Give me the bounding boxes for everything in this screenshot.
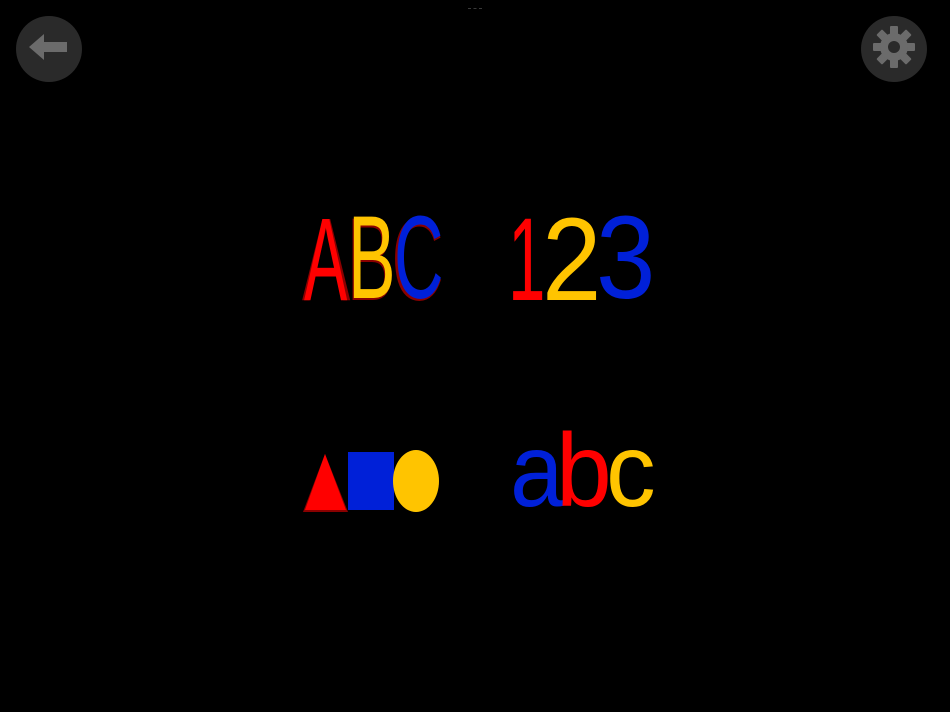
letter-b: b <box>556 413 608 514</box>
numbers-tile[interactable]: 1 2 3 <box>506 196 656 308</box>
circle-shape <box>393 450 439 512</box>
shapes-tile[interactable] <box>300 446 442 516</box>
square-shape <box>348 452 394 510</box>
digit-1: 1 <box>508 196 542 308</box>
letter-B: B <box>348 196 392 308</box>
back-button[interactable] <box>16 16 82 82</box>
drag-handle <box>468 8 482 11</box>
main-menu-screen: ABC A B C 1 2 3 a b c <box>0 0 950 712</box>
digit-3: 3 <box>596 196 651 308</box>
letter-c: c <box>606 413 654 514</box>
letter-A: A <box>304 196 347 308</box>
settings-button[interactable] <box>861 16 927 82</box>
gear-icon <box>872 25 916 74</box>
digit-2: 2 <box>542 196 596 308</box>
arrow-left-icon <box>27 32 71 67</box>
triangle-shape <box>305 454 346 510</box>
uppercase-letters-tile[interactable]: ABC A B C <box>296 196 446 308</box>
letter-C: C <box>394 196 441 308</box>
lowercase-letters-tile[interactable]: a b c <box>508 408 654 514</box>
